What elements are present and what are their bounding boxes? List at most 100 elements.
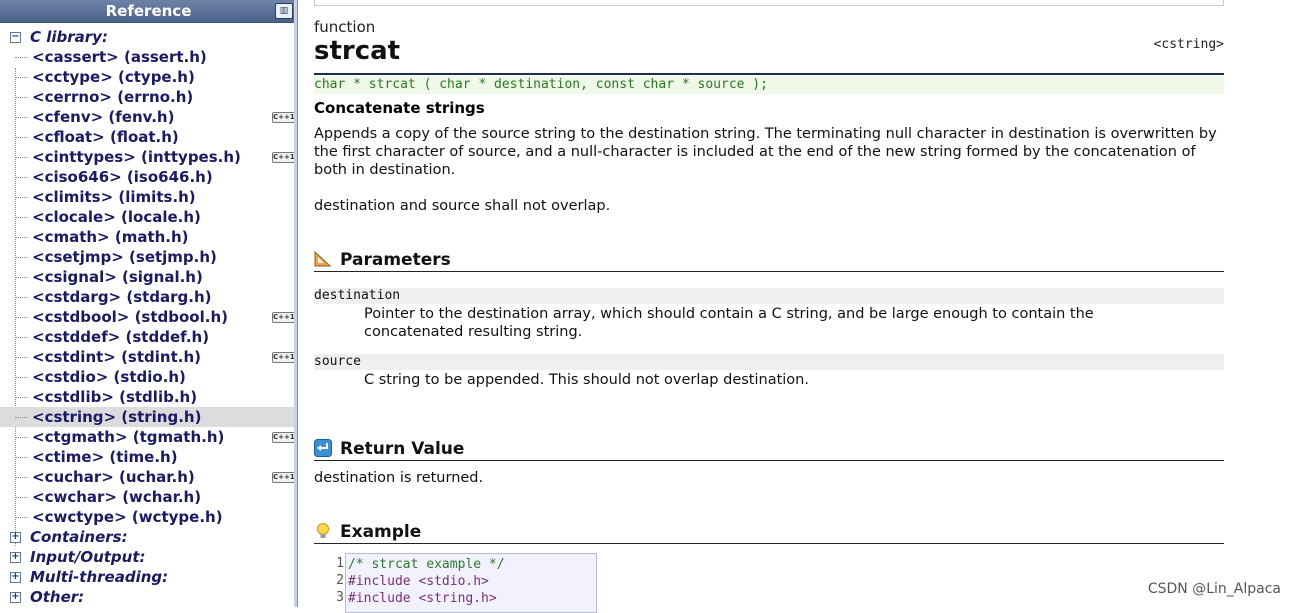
tree-item-cerrno[interactable]: <cerrno> (errno.h): [0, 87, 297, 107]
tree-item-label[interactable]: <cfenv> (fenv.h): [32, 108, 174, 126]
tree-item-cstddef[interactable]: <cstddef> (stddef.h): [0, 327, 297, 347]
tree-item-cwctype[interactable]: <cwctype> (wctype.h): [0, 507, 297, 527]
return-arrow-icon: [314, 439, 332, 457]
group-label: C library:: [30, 28, 108, 46]
tree-item-label[interactable]: <csetjmp> (setjmp.h): [32, 248, 217, 266]
tree-item-label[interactable]: <cmath> (math.h): [32, 228, 189, 246]
example-heading: Example: [314, 521, 1224, 544]
tree-item-cstdint[interactable]: <cstdint> (stdint.h) C++11: [0, 347, 297, 367]
function-summary: Concatenate strings: [314, 99, 485, 117]
code-line: /* strcat example */: [348, 557, 505, 572]
tree-item-label[interactable]: <cstdint> (stdint.h): [32, 348, 201, 366]
title-divider: [314, 73, 1224, 75]
return-value-text: destination is returned.: [314, 470, 484, 486]
tree-item-ctime[interactable]: <ctime> (time.h): [0, 447, 297, 467]
sidebar-title: Reference: [105, 2, 192, 20]
tree-item-label[interactable]: <cuchar> (uchar.h): [32, 468, 195, 486]
section-title-text: Parameters: [340, 250, 451, 270]
book-icon[interactable]: ▥: [275, 3, 293, 19]
param-description: C string to be appended. This should not…: [364, 372, 809, 388]
tree-item-label[interactable]: <cfloat> (float.h): [32, 128, 179, 146]
cpp11-badge-icon: C++11: [272, 112, 298, 123]
tree-item-label[interactable]: <cerrno> (errno.h): [32, 88, 193, 106]
tree-item-csignal[interactable]: <csignal> (signal.h): [0, 267, 297, 287]
code-body[interactable]: /* strcat example */ #include <stdio.h> …: [345, 553, 597, 613]
param-name: source: [314, 354, 1224, 370]
tree-item-climits[interactable]: <climits> (limits.h): [0, 187, 297, 207]
tree-item-cassert[interactable]: <cassert> (assert.h): [0, 47, 297, 67]
tree-item-label[interactable]: <cwchar> (wchar.h): [32, 488, 201, 506]
entity-kind: function: [314, 18, 376, 36]
line-numbers: 1 2 3: [314, 553, 344, 606]
page-title: strcat: [314, 36, 401, 66]
tree-item-cfenv[interactable]: <cfenv> (fenv.h) C++11: [0, 107, 297, 127]
tree-item-cuchar[interactable]: <cuchar> (uchar.h) C++11: [0, 467, 297, 487]
tree-item-label[interactable]: <climits> (limits.h): [32, 188, 196, 206]
tree-item-cwchar[interactable]: <cwchar> (wchar.h): [0, 487, 297, 507]
tree-item-clocale[interactable]: <clocale> (locale.h): [0, 207, 297, 227]
tree-item-label[interactable]: <cinttypes> (inttypes.h): [32, 148, 241, 166]
function-prototype: char * strcat ( char * destination, cons…: [314, 76, 1224, 94]
tree-item-cstring[interactable]: <cstring> (string.h): [0, 407, 297, 427]
tree-item-label[interactable]: <ctime> (time.h): [32, 448, 178, 466]
watermark: CSDN @Lin_Alpaca: [1147, 581, 1281, 597]
tree-item-cstdlib[interactable]: <cstdlib> (stdlib.h): [0, 387, 297, 407]
cpp11-badge-icon: C++11: [272, 152, 298, 163]
tree-item-label[interactable]: <cwctype> (wctype.h): [32, 508, 223, 526]
tree-item-ctgmath[interactable]: <ctgmath> (tgmath.h) C++11: [0, 427, 297, 447]
code-example: 1 2 3 /* strcat example */ #include <std…: [314, 553, 598, 613]
param-description: Pointer to the destination array, which …: [364, 306, 1094, 340]
lightbulb-icon: [317, 523, 329, 538]
collapse-icon[interactable]: −: [10, 32, 21, 43]
tree-group-multi-threading[interactable]: + Multi-threading:: [0, 567, 297, 587]
tree-item-label[interactable]: <cstdio> (stdio.h): [32, 368, 186, 386]
tree-item-csetjmp[interactable]: <csetjmp> (setjmp.h): [0, 247, 297, 267]
tree-item-cfloat[interactable]: <cfloat> (float.h): [0, 127, 297, 147]
tree-item-label[interactable]: <cstdarg> (stdarg.h): [32, 288, 212, 306]
tree-item-cctype[interactable]: <cctype> (ctype.h): [0, 67, 297, 87]
expand-icon[interactable]: +: [10, 552, 21, 563]
code-line: #include <stdio.h>: [348, 574, 489, 589]
tree-item-label[interactable]: <cctype> (ctype.h): [32, 68, 195, 86]
expand-icon[interactable]: +: [10, 572, 21, 583]
tree-group-containers[interactable]: + Containers:: [0, 527, 297, 547]
tree-item-label[interactable]: <cstdbool> (stdbool.h): [32, 308, 228, 326]
tree-item-cmath[interactable]: <cmath> (math.h): [0, 227, 297, 247]
sidebar-scrollbar[interactable]: [294, 0, 297, 607]
line-number: 1: [336, 556, 344, 571]
tree-group-other[interactable]: + Other:: [0, 587, 297, 607]
tree-item-label[interactable]: <csignal> (signal.h): [32, 268, 203, 286]
header-reference-link[interactable]: <cstring>: [1154, 37, 1224, 52]
return-value-heading: Return Value: [314, 438, 1224, 461]
tree-item-label[interactable]: <clocale> (locale.h): [32, 208, 201, 226]
tree-item-label[interactable]: <cstring> (string.h): [32, 408, 201, 426]
expand-icon[interactable]: +: [10, 592, 21, 603]
tree-item-cstdarg[interactable]: <cstdarg> (stdarg.h): [0, 287, 297, 307]
tree-item-cstdbool[interactable]: <cstdbool> (stdbool.h) C++11: [0, 307, 297, 327]
tree-item-label[interactable]: <cassert> (assert.h): [32, 48, 207, 66]
tree-item-cstdio[interactable]: <cstdio> (stdio.h): [0, 367, 297, 387]
section-title-text: Example: [340, 522, 422, 542]
reference-tree: − C library: <cassert> (assert.h) <cctyp…: [0, 23, 297, 607]
tree-item-label[interactable]: <cstddef> (stddef.h): [32, 328, 209, 346]
line-number: 3: [336, 590, 344, 605]
section-title-text: Return Value: [340, 439, 465, 459]
cpp11-badge-icon: C++11: [272, 312, 298, 323]
tree-item-label[interactable]: <ctgmath> (tgmath.h): [32, 428, 224, 446]
param-name: destination: [314, 288, 1224, 304]
sidebar-header: Reference ▥: [0, 0, 297, 23]
cpp11-badge-icon: C++11: [272, 432, 298, 443]
group-label: Multi-threading:: [30, 568, 169, 586]
cpp11-badge-icon: C++11: [272, 352, 298, 363]
reference-sidebar: Reference ▥ − C library: <cassert> (asse…: [0, 0, 298, 607]
main-content: function strcat <cstring> char * strcat …: [314, 0, 1224, 613]
expand-icon[interactable]: +: [10, 532, 21, 543]
overlap-note: destination and source shall not overlap…: [314, 198, 611, 214]
tree-item-ciso646[interactable]: <ciso646> (iso646.h): [0, 167, 297, 187]
tree-item-label[interactable]: <ciso646> (iso646.h): [32, 168, 213, 186]
description-paragraph: Appends a copy of the source string to t…: [314, 126, 1217, 178]
tree-item-label[interactable]: <cstdlib> (stdlib.h): [32, 388, 197, 406]
tree-item-cinttypes[interactable]: <cinttypes> (inttypes.h) C++11: [0, 147, 297, 167]
tree-group-input-output[interactable]: + Input/Output:: [0, 547, 297, 567]
tree-group-c-library[interactable]: − C library:: [0, 27, 297, 47]
